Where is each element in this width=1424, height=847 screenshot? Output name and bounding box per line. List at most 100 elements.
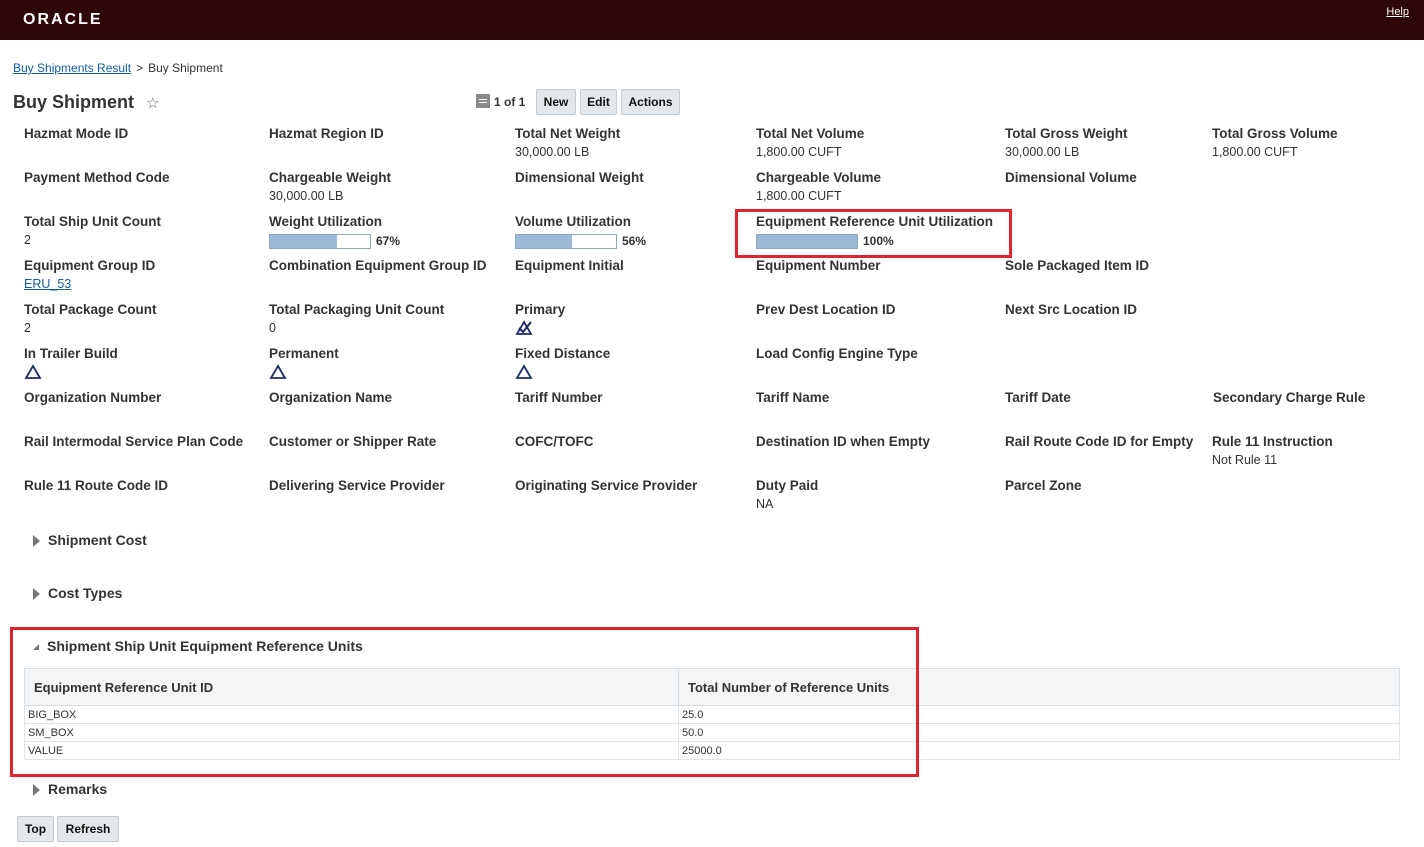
field-label: Permanent <box>269 346 339 361</box>
actions-button[interactable]: Actions <box>621 89 680 115</box>
field-label: Combination Equipment Group ID <box>269 258 487 273</box>
field-label: Fixed Distance <box>515 346 611 361</box>
help-link[interactable]: Help <box>1386 6 1409 18</box>
breadcrumb: Buy Shipments Result > Buy Shipment <box>13 61 223 75</box>
expand-arrow-icon <box>33 784 40 797</box>
highlight-box-eru-section <box>10 627 919 777</box>
field-value: 1,800.00 CUFT <box>756 145 842 159</box>
field-value: 30,000.00 LB <box>269 189 344 203</box>
progress-percent: 56% <box>622 234 647 248</box>
field-chargeable-weight: Chargeable Weight 30,000.00 LB <box>269 170 391 203</box>
edit-button[interactable]: Edit <box>580 89 617 115</box>
breadcrumb-current: Buy Shipment <box>148 61 223 75</box>
favorite-star-icon[interactable]: ☆ <box>146 94 159 112</box>
refresh-button[interactable]: Refresh <box>57 816 119 842</box>
field-label: Total Gross Volume <box>1212 126 1338 141</box>
field-label: Total Package Count <box>24 302 157 317</box>
field-value: 1,800.00 CUFT <box>756 189 842 203</box>
field-customer-or-shipper-rate: Customer or Shipper Rate <box>269 434 436 449</box>
list-icon[interactable] <box>476 94 490 108</box>
field-label: Destination ID when Empty <box>756 434 931 449</box>
top-bar: ORACLE Help <box>0 0 1424 40</box>
field-total-packaging-unit-count: Total Packaging Unit Count 0 <box>269 302 444 335</box>
top-button[interactable]: Top <box>17 816 54 842</box>
field-label: Weight Utilization <box>269 214 382 229</box>
field-label: Delivering Service Provider <box>269 478 445 493</box>
field-label: Originating Service Provider <box>515 478 698 493</box>
field-label: Equipment Group ID <box>24 258 156 273</box>
field-label: Primary <box>515 302 566 317</box>
field-label: Total Ship Unit Count <box>24 214 161 229</box>
field-destination-id-when-empty: Destination ID when Empty <box>756 434 930 449</box>
field-tariff-number: Tariff Number <box>515 390 603 405</box>
field-in-trailer-build: In Trailer Build <box>24 346 118 383</box>
field-equipment-initial: Equipment Initial <box>515 258 624 273</box>
field-value: 0 <box>269 321 276 335</box>
field-dimensional-weight: Dimensional Weight <box>515 170 644 185</box>
field-hazmat-mode-id: Hazmat Mode ID <box>24 126 128 141</box>
field-primary: Primary <box>515 302 565 339</box>
unchecked-triangle-icon <box>24 364 42 379</box>
field-duty-paid: Duty Paid NA <box>756 478 818 511</box>
field-label: Dimensional Volume <box>1005 170 1137 185</box>
field-label: Rule 11 Instruction <box>1212 434 1333 449</box>
record-pager: 1 of 1 <box>494 95 526 109</box>
field-tariff-date: Tariff Date <box>1005 390 1071 405</box>
field-label: Tariff Date <box>1005 390 1071 405</box>
field-label: Total Gross Weight <box>1005 126 1128 141</box>
field-label: Load Config Engine Type <box>756 346 918 361</box>
field-rail-route-code-id-for-empty: Rail Route Code ID for Empty <box>1005 434 1193 449</box>
field-total-ship-unit-count: Total Ship Unit Count 2 <box>24 214 161 247</box>
field-label: COFC/TOFC <box>515 434 594 449</box>
field-label: Chargeable Volume <box>756 170 882 185</box>
field-total-net-volume: Total Net Volume 1,800.00 CUFT <box>756 126 864 159</box>
new-button[interactable]: New <box>536 89 576 115</box>
field-secondary-charge-rule: Secondary Charge Rule <box>1213 390 1365 405</box>
field-value: 2 <box>24 321 31 335</box>
field-value: 30,000.00 LB <box>1005 145 1080 159</box>
field-rule-11-instruction: Rule 11 Instruction Not Rule 11 <box>1212 434 1333 467</box>
field-fixed-distance: Fixed Distance <box>515 346 610 383</box>
field-label: Total Net Weight <box>515 126 621 141</box>
field-next-src-location-id: Next Src Location ID <box>1005 302 1137 317</box>
unchecked-triangle-icon <box>515 364 533 379</box>
field-total-net-weight: Total Net Weight 30,000.00 LB <box>515 126 620 159</box>
field-label: Sole Packaged Item ID <box>1005 258 1150 273</box>
field-label: Equipment Number <box>756 258 881 273</box>
field-label: Parcel Zone <box>1005 478 1082 493</box>
field-value: NA <box>756 497 774 511</box>
field-label: Total Net Volume <box>756 126 865 141</box>
field-organization-name: Organization Name <box>269 390 392 405</box>
field-rule-11-route-code-id: Rule 11 Route Code ID <box>24 478 168 493</box>
field-chargeable-volume: Chargeable Volume 1,800.00 CUFT <box>756 170 881 203</box>
field-organization-number: Organization Number <box>24 390 161 405</box>
checked-triangle-icon <box>515 320 533 335</box>
breadcrumb-buy-shipments-result[interactable]: Buy Shipments Result <box>13 61 131 75</box>
unchecked-triangle-icon <box>269 364 287 379</box>
field-payment-method-code: Payment Method Code <box>24 170 170 185</box>
field-rail-intermodal-service-plan-code: Rail Intermodal Service Plan Code <box>24 434 243 449</box>
field-label: Payment Method Code <box>24 170 170 185</box>
field-sole-packaged-item-id: Sole Packaged Item ID <box>1005 258 1149 273</box>
field-label: Secondary Charge Rule <box>1213 390 1366 405</box>
section-cost-types[interactable]: Cost Types <box>33 585 122 601</box>
expand-arrow-icon <box>33 588 40 601</box>
field-permanent: Permanent <box>269 346 339 383</box>
field-equipment-group-id: Equipment Group ID ERU_53 <box>24 258 155 291</box>
field-prev-dest-location-id: Prev Dest Location ID <box>756 302 896 317</box>
equipment-group-id-link[interactable]: ERU_53 <box>24 277 155 291</box>
field-delivering-service-provider: Delivering Service Provider <box>269 478 445 493</box>
field-label: Hazmat Mode ID <box>24 126 129 141</box>
section-title: Shipment Cost <box>48 532 147 548</box>
field-weight-utilization: Weight Utilization 67% <box>269 214 400 249</box>
field-volume-utilization: Volume Utilization 56% <box>515 214 646 249</box>
breadcrumb-separator: > <box>136 61 144 75</box>
field-total-gross-weight: Total Gross Weight 30,000.00 LB <box>1005 126 1128 159</box>
oracle-logo: ORACLE <box>23 11 103 28</box>
field-label: Volume Utilization <box>515 214 632 229</box>
field-label: Customer or Shipper Rate <box>269 434 437 449</box>
section-remarks[interactable]: Remarks <box>33 781 107 797</box>
field-label: Organization Number <box>24 390 162 405</box>
field-hazmat-region-id: Hazmat Region ID <box>269 126 384 141</box>
section-shipment-cost[interactable]: Shipment Cost <box>33 532 147 548</box>
